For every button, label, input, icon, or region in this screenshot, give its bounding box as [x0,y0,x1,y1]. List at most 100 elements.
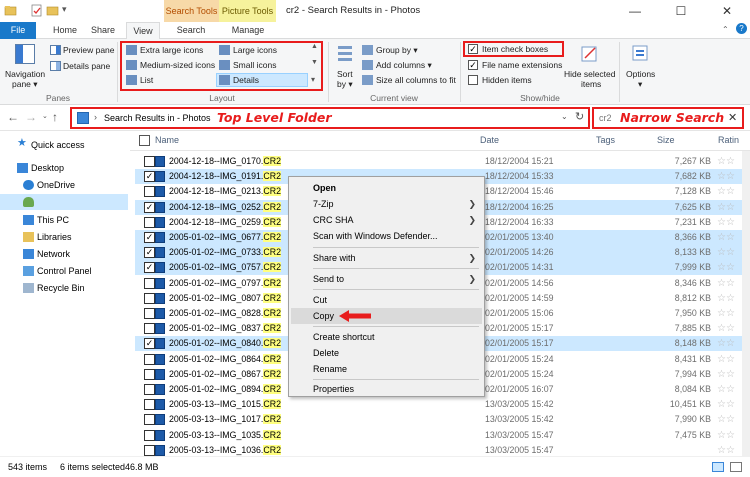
rating-stars-icon[interactable]: ☆☆ [717,382,735,397]
layout-large-icons[interactable]: Large icons [233,45,277,55]
tab-share[interactable]: Share [88,22,118,39]
tab-search[interactable]: Search [170,22,212,39]
row-checkbox[interactable] [144,323,155,335]
rating-stars-icon[interactable]: ☆☆ [717,306,735,321]
row-checkbox[interactable] [144,292,155,304]
table-row[interactable]: 2005-03-13--IMG_1017.CR2 13/03/2005 15:42… [135,412,747,427]
group-by-button[interactable]: Group by ▾ [376,45,418,56]
row-checkbox[interactable]: ✓ [144,262,155,274]
layout-scroll-up-icon[interactable]: ▲ [311,43,318,50]
rating-stars-icon[interactable]: ☆☆ [717,336,735,351]
rating-stars-icon[interactable]: ☆☆ [717,321,735,336]
row-checkbox[interactable] [144,186,155,198]
row-checkbox[interactable]: ✓ [144,338,155,350]
row-checkbox[interactable] [144,216,155,228]
large-icons-view-icon[interactable] [730,462,742,472]
row-checkbox[interactable] [144,414,155,426]
table-row[interactable]: 2005-03-13--IMG_1036.CR2 13/03/2005 15:47… [135,443,747,456]
search-box[interactable]: cr2 Narrow Search ✕ [592,107,744,129]
row-checkbox[interactable] [144,156,155,167]
rating-stars-icon[interactable]: ☆☆ [717,276,735,291]
file-name-extensions-checkbox[interactable]: ✓ [468,60,478,70]
nav-quick-access[interactable]: ★ Quick access [0,137,128,153]
nav-onedrive[interactable]: OneDrive [0,177,128,193]
rating-stars-icon[interactable]: ☆☆ [717,169,735,184]
row-checkbox[interactable]: ✓ [144,232,155,243]
column-header-tags[interactable]: Tags [596,135,615,145]
select-all-checkbox[interactable] [139,135,150,146]
row-checkbox[interactable] [144,399,155,411]
vertical-scrollbar[interactable] [742,151,750,456]
row-checkbox[interactable] [144,384,155,395]
menu-item-create-shortcut[interactable]: Create shortcut [291,329,482,345]
recent-locations-icon[interactable]: ⌄ [42,112,48,120]
layout-details-selected[interactable]: Details [216,73,308,87]
table-row[interactable]: 2005-03-13--IMG_1015.CR2 13/03/2005 15:42… [135,397,747,412]
nav-desktop[interactable]: Desktop [0,160,128,176]
nav-libraries[interactable]: Libraries [0,229,128,245]
menu-item-crc-sha[interactable]: CRC SHA ❯ [291,212,482,228]
size-all-columns-button[interactable]: Size all columns to fit [376,75,456,85]
address-dropdown-icon[interactable]: ⌄ [561,112,568,121]
rating-stars-icon[interactable]: ☆☆ [717,154,735,169]
layout-list[interactable]: List [140,75,153,85]
properties-icon[interactable] [30,4,43,17]
row-checkbox[interactable] [144,368,155,380]
options-button[interactable]: Options ▾ [622,42,662,90]
clear-search-icon[interactable]: ✕ [728,111,737,124]
add-columns-button[interactable]: Add columns ▾ [376,60,432,71]
menu-item-delete[interactable]: Delete [291,345,482,361]
rating-stars-icon[interactable]: ☆☆ [717,291,735,306]
maximize-button[interactable]: ☐ [658,0,704,22]
rating-stars-icon[interactable]: ☆☆ [717,443,735,456]
rating-stars-icon[interactable]: ☆☆ [717,215,735,230]
table-row[interactable]: 2005-03-13--IMG_1035.CR2 13/03/2005 15:47… [135,428,747,443]
help-icon[interactable]: ? [736,23,747,34]
rating-stars-icon[interactable]: ☆☆ [717,352,735,367]
sort-by-button[interactable]: Sort by ▾ [332,42,358,90]
navigation-pane-button[interactable]: Navigation pane ▾ [4,42,46,90]
rating-stars-icon[interactable]: ☆☆ [717,412,735,427]
tab-view[interactable]: View [126,22,160,40]
menu-item-share-with[interactable]: Share with ❯ [291,250,482,266]
column-header-rating[interactable]: Ratin [718,135,739,145]
row-checkbox[interactable] [144,353,155,365]
refresh-icon[interactable]: ↻ [575,110,584,123]
layout-small-icons[interactable]: Small icons [233,60,276,70]
rating-stars-icon[interactable]: ☆☆ [717,428,735,443]
menu-item-properties[interactable]: Properties [291,381,482,397]
row-checkbox[interactable]: ✓ [144,171,155,183]
layout-medium-icons[interactable]: Medium-sized icons [140,60,215,70]
rating-stars-icon[interactable]: ☆☆ [717,230,735,245]
column-header-size[interactable]: Size [657,135,675,145]
row-checkbox[interactable] [144,277,155,289]
layout-scroll-down-icon[interactable]: ▼ [311,59,318,66]
row-checkbox[interactable] [144,429,155,441]
back-icon[interactable]: ← [7,110,19,124]
details-view-icon[interactable] [712,462,724,472]
menu-item-rename[interactable]: Rename [291,361,482,377]
menu-item-scan-defender[interactable]: Scan with Windows Defender... [291,228,482,244]
rating-stars-icon[interactable]: ☆☆ [717,397,735,412]
table-row[interactable]: 2004-12-18--IMG_0170.CR2 18/12/2004 15:21… [135,154,747,169]
menu-item-open[interactable]: Open [291,180,482,196]
preview-pane-button[interactable]: Preview pane [63,45,115,55]
nav-recycle-bin[interactable]: Recycle Bin [0,280,128,296]
breadcrumb-path[interactable]: Search Results in - Photos [104,113,211,123]
menu-item-cut[interactable]: Cut [291,292,482,308]
row-checkbox[interactable] [144,308,155,319]
forward-icon[interactable]: → [25,110,37,124]
nav-this-pc[interactable]: This PC [0,212,128,228]
search-input[interactable]: cr2 [599,113,612,123]
hidden-items-checkbox[interactable] [468,75,478,85]
layout-expand-icon[interactable]: ▾ [311,75,315,84]
details-pane-button[interactable]: Details pane [63,61,110,71]
column-header-date[interactable]: Date [480,135,499,145]
item-check-boxes-checkbox[interactable]: ✓ [468,44,478,54]
customize-toolbar-icon[interactable]: ▾ [62,4,75,17]
rating-stars-icon[interactable]: ☆☆ [717,184,735,199]
rating-stars-icon[interactable]: ☆☆ [717,245,735,260]
row-checkbox[interactable]: ✓ [144,247,155,259]
tab-manage[interactable]: Manage [226,22,270,39]
menu-item-copy[interactable]: Copy [291,308,482,324]
